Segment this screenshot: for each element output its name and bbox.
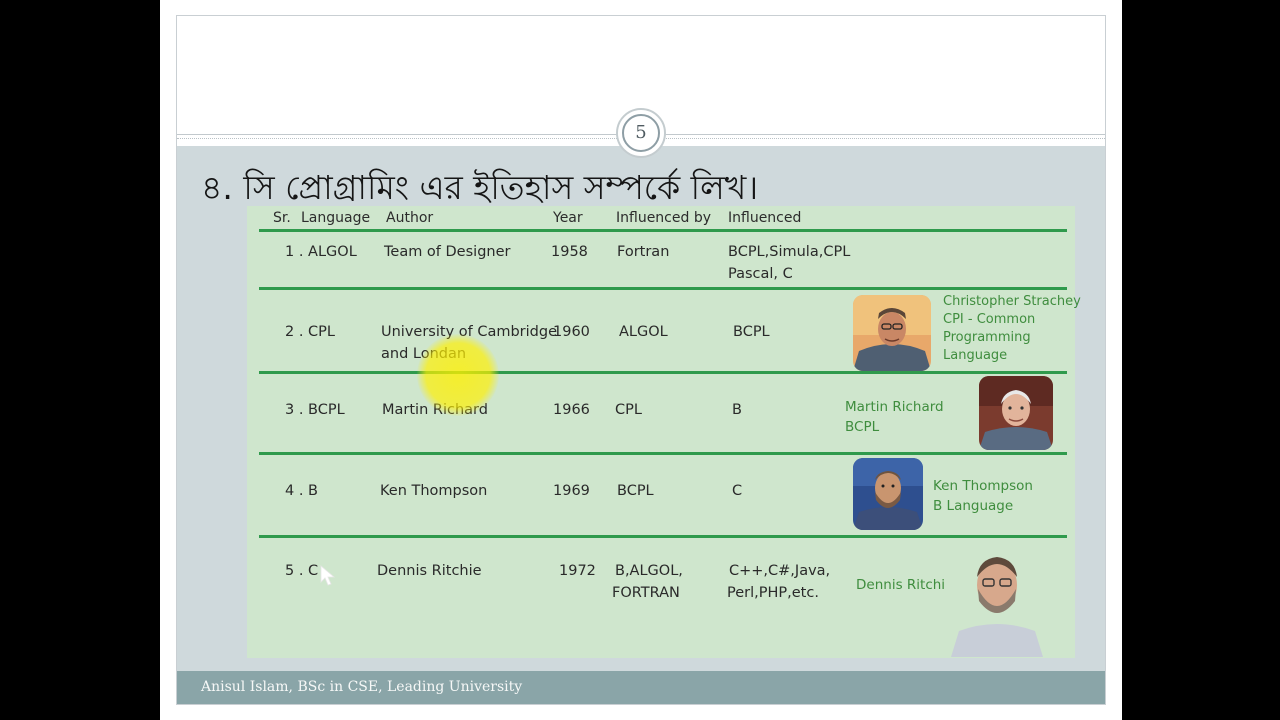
row-2-language: 2 . CPL <box>285 324 335 340</box>
row-5-year: 1972 <box>559 563 596 579</box>
row-5-author: Dennis Ritchie <box>377 563 482 579</box>
table-divider <box>259 287 1067 290</box>
row-3-caption-line-1: Martin Richard <box>845 399 944 415</box>
row-1-language: 1 . ALGOL <box>285 244 357 260</box>
row-4-year: 1969 <box>553 483 590 499</box>
footer-text: Anisul Islam, BSc in CSE, Leading Univer… <box>201 679 523 695</box>
row-1-author: Team of Designer <box>384 244 511 260</box>
page-number: 5 <box>622 114 660 152</box>
header-influenced-by: Influenced by <box>616 210 711 226</box>
row-1-influenced-by: Fortran <box>617 244 670 260</box>
header-sr: Sr. <box>273 210 291 226</box>
slide: 5 ৪. সি প্রোগ্রামিং এর ইতিহাস সম্পর্কে ল… <box>176 15 1106 705</box>
table-divider <box>259 535 1067 538</box>
row-5-influenced-line-2: Perl,PHP,etc. <box>727 585 819 601</box>
row-4-influenced-by: BCPL <box>617 483 654 499</box>
header-language: Language <box>301 210 371 226</box>
row-4-influenced: C <box>732 483 743 499</box>
row-2-influenced-by: ALGOL <box>619 324 668 340</box>
row-3-year: 1966 <box>553 402 590 418</box>
portrait-photo-dennis-ritchie <box>945 539 1049 657</box>
row-2-influenced: BCPL <box>733 324 770 340</box>
row-2-caption-line-3: Programming <box>943 330 1031 345</box>
header-author: Author <box>386 210 434 226</box>
header-year: Year <box>553 210 583 226</box>
header-influenced: Influenced <box>728 210 802 226</box>
row-3-caption-line-2: BCPL <box>845 419 880 435</box>
cursor-highlight <box>417 334 499 416</box>
row-4-author: Ken Thompson <box>380 483 488 499</box>
row-3-influenced: B <box>732 402 742 418</box>
table-divider <box>259 452 1067 455</box>
portrait-photo-martin-richard <box>979 376 1053 450</box>
row-4-language: 4 . B <box>285 483 319 499</box>
row-2-year: 1960 <box>553 324 590 340</box>
table-divider <box>259 229 1067 232</box>
row-4-caption-line-1: Ken Thompson <box>933 478 1033 494</box>
row-1-influenced-line-2: Pascal, C <box>728 266 793 282</box>
row-5-language: 5 . C <box>285 563 319 579</box>
slide-footer: Anisul Islam, BSc in CSE, Leading Univer… <box>177 671 1105 704</box>
row-3-influenced-by: CPL <box>615 402 642 418</box>
row-5-caption: Dennis Ritchie <box>856 577 954 593</box>
row-5-influenced-by-line-2: FORTRAN <box>612 585 680 601</box>
pointer-cursor-icon <box>320 565 336 586</box>
page-number-badge: 5 <box>616 108 666 158</box>
row-2-caption-line-2: CPI - Common <box>943 312 1036 327</box>
row-1-influenced: BCPL,Simula,CPL <box>728 244 851 260</box>
row-2-caption-line-1: Christopher Strachey <box>943 294 1081 309</box>
row-1-year: 1958 <box>551 244 588 260</box>
table-divider <box>259 371 1067 374</box>
row-3-language: 3 . BCPL <box>285 402 345 418</box>
row-4-caption-line-2: B Language <box>933 498 1014 514</box>
row-5-influenced: C++,C#,Java, <box>729 563 831 579</box>
row-2-caption-line-4: Language <box>943 348 1008 363</box>
row-5-influenced-by: B,ALGOL, <box>615 563 683 579</box>
portrait-photo-christopher-strachey <box>853 295 931 371</box>
portrait-photo-ken-thompson <box>853 458 923 530</box>
